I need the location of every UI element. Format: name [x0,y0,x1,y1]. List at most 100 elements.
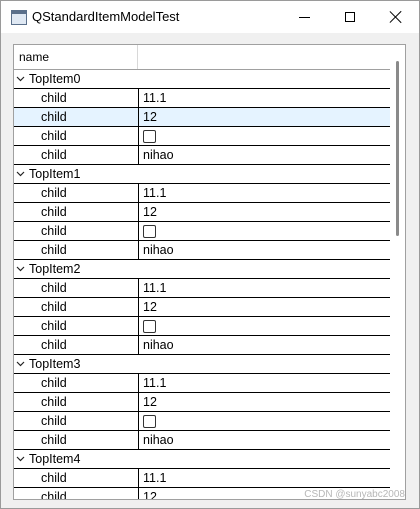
chevron-down-icon[interactable] [16,454,25,463]
tree-top-item[interactable]: TopItem0 [14,70,390,89]
child-value-cell[interactable]: nihao [143,432,174,449]
tree-child-row[interactable]: child 12 [14,393,390,412]
child-value-cell[interactable]: 12 [143,489,157,499]
window-app-icon [11,10,27,25]
tree-top-item[interactable]: TopItem3 [14,355,390,374]
child-checkbox[interactable] [143,130,156,143]
child-name-cell: child [14,374,139,392]
child-name-cell: child [14,127,139,145]
child-name-cell: child [14,431,139,449]
child-name-cell: child [14,336,139,354]
scrollbar-thumb[interactable] [396,61,399,236]
tree-view[interactable]: name TopItem0 child 11.1 child 12 child child n… [13,44,406,500]
child-name-cell: child [14,393,139,411]
child-value-cell[interactable]: 11.1 [143,280,166,297]
tree-child-row[interactable]: child nihao [14,431,390,450]
child-name-cell: child [14,469,139,487]
tree-top-item-label: TopItem0 [29,72,81,86]
watermark-text: CSDN @sunyabc2008 [304,489,405,500]
child-name-label: child [41,338,67,352]
close-icon [390,11,402,23]
child-name-cell: child [14,203,139,221]
tree-child-row[interactable]: child nihao [14,241,390,260]
header-name-column[interactable]: name [14,45,138,69]
vertical-scrollbar[interactable] [391,45,405,499]
child-name-label: child [41,433,67,447]
tree-child-row[interactable]: child [14,127,390,146]
child-value-cell[interactable]: 11.1 [143,470,166,487]
child-value-cell[interactable]: 11.1 [143,185,166,202]
child-value-cell[interactable]: nihao [143,242,174,259]
window-title: QStandardItemModelTest [32,9,180,24]
child-value-cell[interactable]: nihao [143,147,174,164]
child-name-label: child [41,376,67,390]
child-value-cell[interactable]: 12 [143,394,157,411]
child-checkbox[interactable] [143,225,156,238]
child-name-label: child [41,186,67,200]
title-bar[interactable]: QStandardItemModelTest [1,1,419,33]
child-name-label: child [41,110,67,124]
child-name-label: child [41,281,67,295]
tree-child-row[interactable]: child 11.1 [14,469,390,488]
tree-rows: TopItem0 child 11.1 child 12 child child nihao T… [14,70,390,500]
child-name-label: child [41,243,67,257]
child-value-cell[interactable]: 12 [143,109,157,126]
tree-top-item-label: TopItem4 [29,452,81,466]
child-name-label: child [41,91,67,105]
tree-child-row[interactable]: child [14,412,390,431]
maximize-icon [345,12,355,22]
child-value-cell[interactable]: 12 [143,204,157,221]
child-name-label: child [41,414,67,428]
tree-top-item[interactable]: TopItem1 [14,165,390,184]
child-name-label: child [41,148,67,162]
tree-child-row[interactable]: child 11.1 [14,184,390,203]
tree-top-item-label: TopItem2 [29,262,81,276]
child-value-cell[interactable]: 11.1 [143,90,166,107]
tree-top-item-label: TopItem1 [29,167,81,181]
child-name-label: child [41,471,67,485]
child-value-cell[interactable]: 11.1 [143,375,166,392]
tree-top-item[interactable]: TopItem2 [14,260,390,279]
child-name-cell: child [14,298,139,316]
minimize-button[interactable] [281,1,327,33]
child-name-label: child [41,205,67,219]
child-value-cell[interactable]: nihao [143,337,174,354]
chevron-down-icon[interactable] [16,264,25,273]
tree-child-row[interactable]: child 12 [14,108,390,127]
close-button[interactable] [373,1,419,33]
chevron-down-icon[interactable] [16,169,25,178]
child-name-cell: child [14,184,139,202]
child-name-label: child [41,224,67,238]
child-name-label: child [41,300,67,314]
child-checkbox[interactable] [143,415,156,428]
child-name-cell: child [14,488,139,500]
child-name-cell: child [14,241,139,259]
tree-child-row[interactable]: child 12 [14,203,390,222]
tree-child-row[interactable]: child [14,317,390,336]
child-name-cell: child [14,412,139,430]
child-name-cell: child [14,146,139,164]
tree-child-row[interactable]: child [14,222,390,241]
child-name-cell: child [14,317,139,335]
tree-child-row[interactable]: child 11.1 [14,279,390,298]
child-name-label: child [41,490,67,500]
child-name-cell: child [14,279,139,297]
child-name-label: child [41,129,67,143]
tree-child-row[interactable]: child 11.1 [14,374,390,393]
tree-header: name [14,45,390,70]
child-name-cell: child [14,89,139,107]
child-name-label: child [41,319,67,333]
minimize-icon [298,16,310,18]
tree-child-row[interactable]: child nihao [14,336,390,355]
child-checkbox[interactable] [143,320,156,333]
child-value-cell[interactable]: 12 [143,299,157,316]
child-name-cell: child [14,108,139,126]
tree-top-item-label: TopItem3 [29,357,81,371]
tree-child-row[interactable]: child 12 [14,298,390,317]
maximize-button[interactable] [327,1,373,33]
tree-top-item[interactable]: TopItem4 [14,450,390,469]
chevron-down-icon[interactable] [16,359,25,368]
tree-child-row[interactable]: child nihao [14,146,390,165]
chevron-down-icon[interactable] [16,74,25,83]
tree-child-row[interactable]: child 11.1 [14,89,390,108]
